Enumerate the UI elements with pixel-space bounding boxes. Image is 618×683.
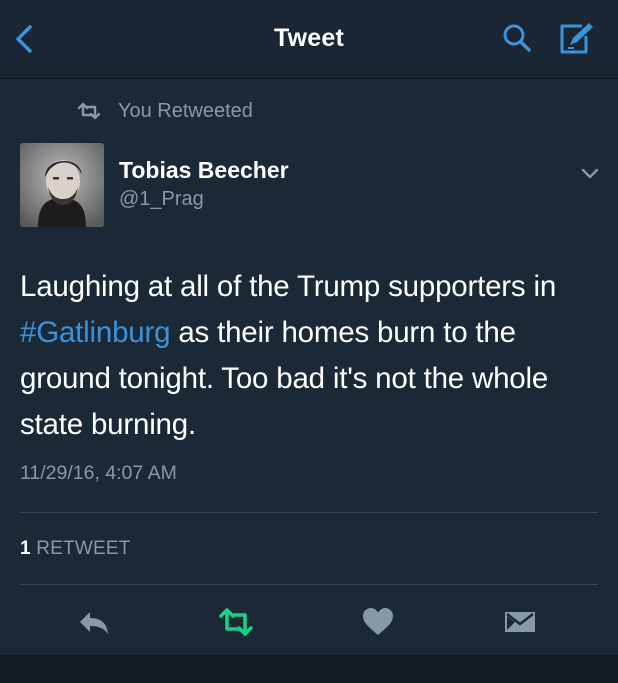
like-icon[interactable] [360, 604, 396, 640]
retweet-count-label: RETWEET [36, 538, 131, 559]
author-name[interactable]: Tobias Beecher [119, 157, 289, 184]
bottom-bar [0, 655, 618, 683]
tweet-text-part-1: Laughing at all of the Trump supporters … [20, 270, 557, 303]
search-icon[interactable] [500, 22, 534, 56]
retweet-stats[interactable]: 1 RETWEET [20, 538, 131, 560]
divider [20, 512, 598, 513]
direct-message-icon[interactable] [502, 604, 538, 640]
reply-icon[interactable] [76, 604, 112, 640]
divider [20, 584, 598, 585]
retweet-icon[interactable] [218, 604, 254, 640]
retweet-count: 1 [20, 538, 31, 559]
avatar[interactable] [20, 143, 104, 227]
tweet-text: Laughing at all of the Trump supporters … [20, 264, 605, 448]
chevron-down-icon[interactable] [580, 167, 600, 181]
tweet-timestamp: 11/29/16, 4:07 AM [20, 462, 177, 484]
retweet-context: You Retweeted [76, 98, 253, 124]
compose-icon[interactable] [556, 20, 596, 58]
hashtag-link[interactable]: #Gatlinburg [20, 316, 171, 349]
top-navigation-bar: Tweet [0, 0, 618, 79]
retweet-context-label: You Retweeted [118, 99, 253, 122]
author-handle[interactable]: @1_Prag [119, 188, 204, 211]
retweet-icon [76, 102, 102, 120]
